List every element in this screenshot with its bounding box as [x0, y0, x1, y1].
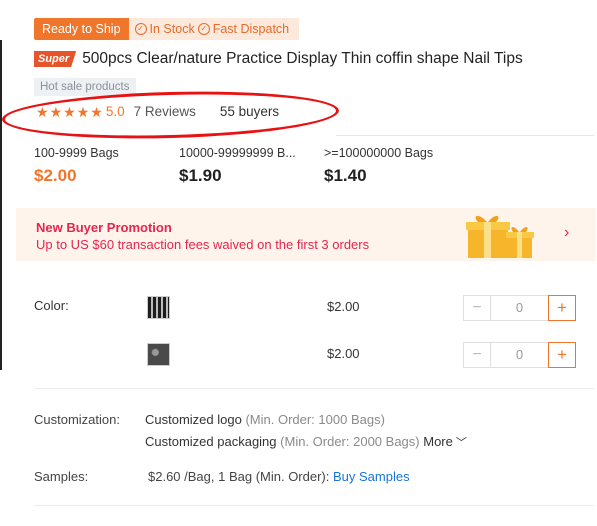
- color-label: Color:: [34, 298, 69, 313]
- fast-dispatch-label: Fast Dispatch: [212, 22, 290, 36]
- left-edge-border: [0, 40, 2, 370]
- tier-range: >=100000000 Bags: [324, 146, 434, 160]
- price-tier-2: 10000-99999999 B... $1.90: [179, 146, 296, 186]
- decrease-button[interactable]: −: [463, 295, 491, 321]
- in-stock-label: In Stock: [149, 22, 195, 36]
- quantity-stepper: − 0 +: [463, 295, 576, 321]
- more-label: More: [423, 434, 453, 449]
- check-circle-icon: ✓: [134, 23, 147, 35]
- promo-title: New Buyer Promotion: [36, 220, 172, 235]
- more-link[interactable]: More ﹀: [423, 434, 467, 449]
- check-circle-icon: ✓: [197, 23, 210, 35]
- quantity-stepper: − 0 +: [463, 342, 576, 368]
- promo-description: Up to US $60 transaction fees waived on …: [36, 237, 370, 252]
- tier-range: 100-9999 Bags: [34, 146, 119, 160]
- product-title: 500pcs Clear/nature Practice Display Thi…: [82, 50, 523, 67]
- ready-to-ship-badge: Ready to Ship: [34, 18, 129, 40]
- option-price: $2.00: [327, 346, 360, 361]
- logo-min-order: (Min. Order: 1000 Bags): [245, 412, 385, 427]
- tier-price: $1.40: [324, 166, 367, 185]
- quantity-input[interactable]: 0: [491, 342, 548, 368]
- divider: [336, 135, 594, 136]
- customized-logo-label: Customized logo: [145, 412, 242, 427]
- customized-logo-row: Customized logo (Min. Order: 1000 Bags): [145, 412, 385, 427]
- samples-info: $2.60 /Bag, 1 Bag (Min. Order): Buy Samp…: [148, 469, 410, 484]
- new-buyer-promotion-banner[interactable]: New Buyer Promotion Up to US $60 transac…: [16, 208, 596, 261]
- tier-price: $1.90: [179, 166, 222, 185]
- packaging-min-order: (Min. Order: 2000 Bags): [280, 434, 420, 449]
- chevron-down-icon: ﹀: [452, 437, 467, 449]
- option-price: $2.00: [327, 299, 360, 314]
- chevron-right-icon[interactable]: ›: [564, 224, 569, 242]
- divider: [34, 388, 594, 389]
- increase-button[interactable]: +: [548, 295, 576, 321]
- price-tier-1: 100-9999 Bags $2.00: [34, 146, 119, 186]
- shipping-badges: Ready to Ship ✓ In Stock ✓ Fast Dispatch: [34, 18, 300, 40]
- samples-price: $2.60 /Bag, 1 Bag (Min. Order):: [148, 469, 330, 484]
- color-swatch-1[interactable]: [147, 296, 170, 319]
- customized-packaging-row: Customized packaging (Min. Order: 2000 B…: [145, 434, 467, 450]
- title-row: Super 500pcs Clear/nature Practice Displ…: [34, 50, 523, 68]
- decrease-button[interactable]: −: [463, 342, 491, 368]
- price-tier-3: >=100000000 Bags $1.40: [324, 146, 433, 186]
- super-tag: Super: [34, 51, 77, 67]
- color-swatch-2[interactable]: [147, 343, 170, 366]
- customization-label: Customization:: [34, 412, 120, 427]
- divider: [34, 505, 594, 506]
- gift-box-icon: [466, 215, 534, 258]
- tier-price: $2.00: [34, 166, 77, 185]
- quantity-input[interactable]: 0: [491, 295, 548, 321]
- samples-label: Samples:: [34, 469, 89, 484]
- stock-badge: ✓ In Stock ✓ Fast Dispatch: [128, 18, 300, 40]
- increase-button[interactable]: +: [548, 342, 576, 368]
- buy-samples-link[interactable]: Buy Samples: [333, 469, 410, 484]
- tier-range: 10000-99999999 B...: [179, 146, 296, 160]
- customized-packaging-label: Customized packaging: [145, 434, 277, 449]
